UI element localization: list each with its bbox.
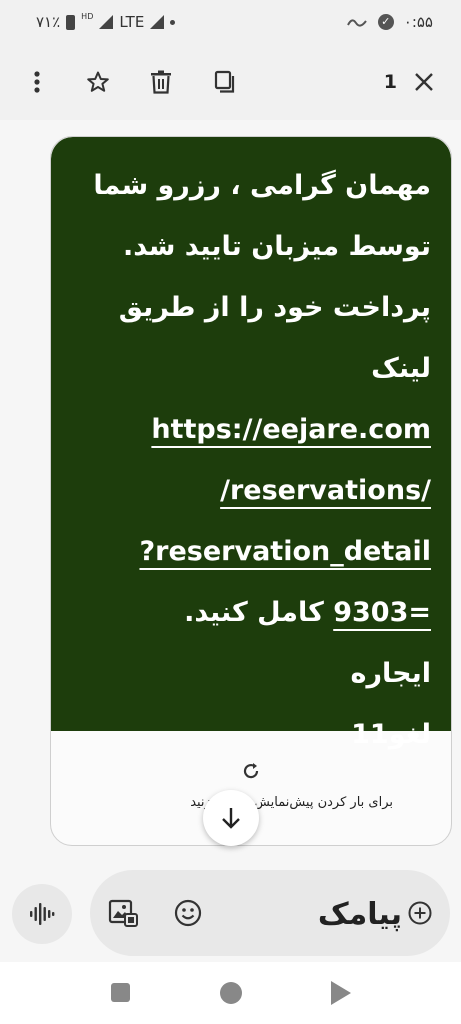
close-selection-button[interactable] xyxy=(404,62,444,102)
link-line-2: /reservations/ xyxy=(69,460,431,521)
message-line-4: لینک xyxy=(371,353,431,384)
reservation-link-part-1[interactable]: https://eejare.com xyxy=(151,414,431,445)
screen: ۷۱٪ HD LTE ✓ ۰:۵۵ 1 مهمان گرامی ، رزرو ش… xyxy=(0,0,461,1024)
close-icon xyxy=(415,73,433,91)
reservation-link-part-2[interactable]: /reservations/ xyxy=(220,475,431,506)
voice-input-button[interactable] xyxy=(12,884,72,944)
add-circle-icon xyxy=(408,901,432,925)
signal-icon-2 xyxy=(150,15,165,29)
network-type: LTE xyxy=(119,13,145,31)
more-vert-icon xyxy=(34,71,40,93)
message-line-3: پرداخت خود را از طریق xyxy=(118,292,431,323)
system-nav-bar xyxy=(0,962,461,1024)
message-after-link: کامل کنید. xyxy=(184,597,334,628)
copy-button[interactable] xyxy=(205,62,245,102)
trash-icon xyxy=(151,70,171,94)
emoji-icon xyxy=(174,899,202,927)
reservation-link-part-4[interactable]: 9303= xyxy=(333,597,431,628)
message-line-2: توسط میزبان تایید شد. xyxy=(122,231,431,262)
check-circle-icon: ✓ xyxy=(377,14,394,30)
message-card[interactable]: مهمان گرامی ، رزرو شما توسط میزبان تایید… xyxy=(50,136,452,846)
scroll-down-button[interactable] xyxy=(203,790,259,846)
status-left: ۷۱٪ HD LTE xyxy=(36,11,176,31)
action-toolbar: 1 xyxy=(0,46,461,120)
home-button[interactable] xyxy=(220,982,242,1004)
status-right: ✓ ۰:۵۵ xyxy=(346,13,433,31)
status-bar: ۷۱٪ HD LTE ✓ ۰:۵۵ xyxy=(0,0,461,46)
star-button[interactable] xyxy=(78,62,118,102)
message-text: مهمان گرامی ، رزرو شما توسط میزبان تایید… xyxy=(69,155,431,765)
link-line-4: 9303= کامل کنید. xyxy=(69,582,431,643)
message-input[interactable] xyxy=(220,890,404,938)
selected-count: 1 xyxy=(383,71,397,93)
emoji-button[interactable] xyxy=(174,899,202,927)
compose-bar xyxy=(90,870,450,956)
message-sign: ایجاره xyxy=(350,658,431,689)
battery-icon xyxy=(66,14,76,30)
clock: ۰:۵۵ xyxy=(403,13,433,31)
notification-dot-icon xyxy=(170,19,176,25)
battery-percent: ۷۱٪ xyxy=(36,13,61,31)
refresh-icon[interactable] xyxy=(239,761,263,785)
star-icon xyxy=(87,71,109,92)
gallery-button[interactable] xyxy=(108,898,138,928)
back-button[interactable] xyxy=(331,981,351,1005)
app-logo-icon xyxy=(346,19,367,27)
hd-label: HD xyxy=(81,11,94,21)
delete-button[interactable] xyxy=(141,62,181,102)
reservation-link-part-3[interactable]: ?reservation_detail xyxy=(139,536,431,567)
voice-wave-icon xyxy=(30,903,55,925)
gallery-icon xyxy=(108,899,138,927)
arrow-down-icon xyxy=(222,808,240,829)
message-line-1: مهمان گرامی ، رزرو شما xyxy=(93,170,431,201)
link-line-3: ?reservation_detail xyxy=(69,521,431,582)
attach-button[interactable] xyxy=(408,901,432,925)
link-line-1: https://eejare.com xyxy=(69,399,431,460)
signal-icon xyxy=(99,15,114,29)
recents-button[interactable] xyxy=(111,983,130,1002)
message-bubble[interactable]: مهمان گرامی ، رزرو شما توسط میزبان تایید… xyxy=(51,137,451,750)
copy-icon xyxy=(214,70,235,93)
more-options-button[interactable] xyxy=(17,62,57,102)
